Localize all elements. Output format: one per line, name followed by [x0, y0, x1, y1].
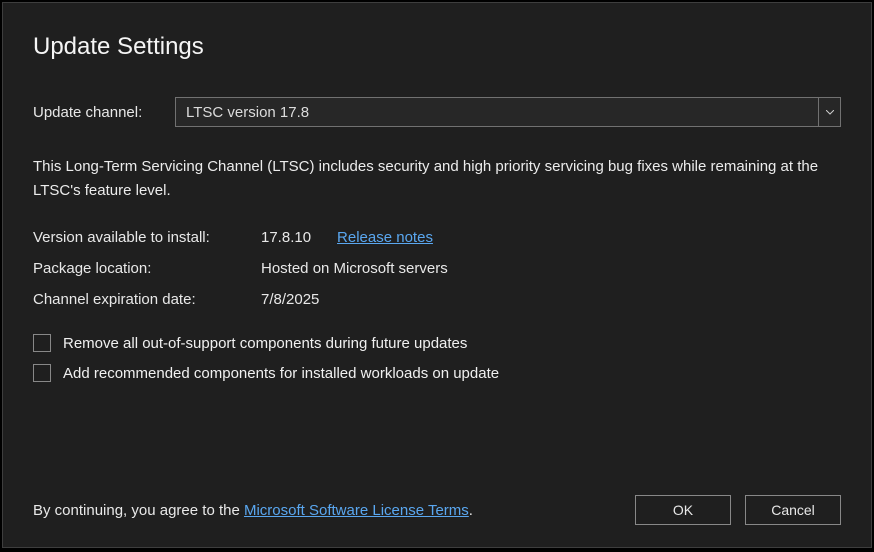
remove-oos-option[interactable]: Remove all out-of-support components dur… — [33, 334, 841, 352]
update-channel-dropdown[interactable]: LTSC version 17.8 — [175, 97, 841, 127]
channel-description: This Long-Term Servicing Channel (LTSC) … — [33, 155, 841, 203]
ok-button[interactable]: OK — [635, 495, 731, 525]
remove-oos-label: Remove all out-of-support components dur… — [63, 335, 467, 352]
add-recommended-option[interactable]: Add recommended components for installed… — [33, 364, 841, 382]
package-row: Package location: Hosted on Microsoft se… — [33, 260, 841, 277]
package-location-value: Hosted on Microsoft servers — [261, 260, 448, 277]
cancel-button[interactable]: Cancel — [745, 495, 841, 525]
add-recommended-checkbox[interactable] — [33, 364, 51, 382]
expiration-row: Channel expiration date: 7/8/2025 — [33, 291, 841, 308]
channel-expiration-value: 7/8/2025 — [261, 291, 319, 308]
license-agreement-text: By continuing, you agree to the Microsof… — [33, 502, 621, 519]
dropdown-toggle-button[interactable] — [818, 98, 840, 126]
remove-oos-checkbox[interactable] — [33, 334, 51, 352]
agree-prefix: By continuing, you agree to the — [33, 502, 244, 519]
update-settings-dialog: Update Settings Update channel: LTSC ver… — [2, 2, 872, 548]
channel-expiration-label: Channel expiration date: — [33, 291, 261, 308]
channel-row: Update channel: LTSC version 17.8 — [33, 97, 841, 127]
version-row: Version available to install: 17.8.10 Re… — [33, 229, 841, 246]
agree-suffix: . — [469, 502, 473, 519]
release-notes-link[interactable]: Release notes — [337, 229, 433, 246]
options-group: Remove all out-of-support components dur… — [33, 334, 841, 382]
chevron-down-icon — [826, 110, 834, 115]
dropdown-selected-value: LTSC version 17.8 — [176, 98, 818, 126]
channel-label: Update channel: — [33, 104, 175, 121]
license-terms-link[interactable]: Microsoft Software License Terms — [244, 502, 469, 519]
add-recommended-label: Add recommended components for installed… — [63, 365, 499, 382]
package-location-label: Package location: — [33, 260, 261, 277]
page-title: Update Settings — [33, 33, 841, 61]
version-available-value: 17.8.10 — [261, 229, 311, 246]
version-available-label: Version available to install: — [33, 229, 261, 246]
dialog-footer: By continuing, you agree to the Microsof… — [33, 495, 841, 525]
